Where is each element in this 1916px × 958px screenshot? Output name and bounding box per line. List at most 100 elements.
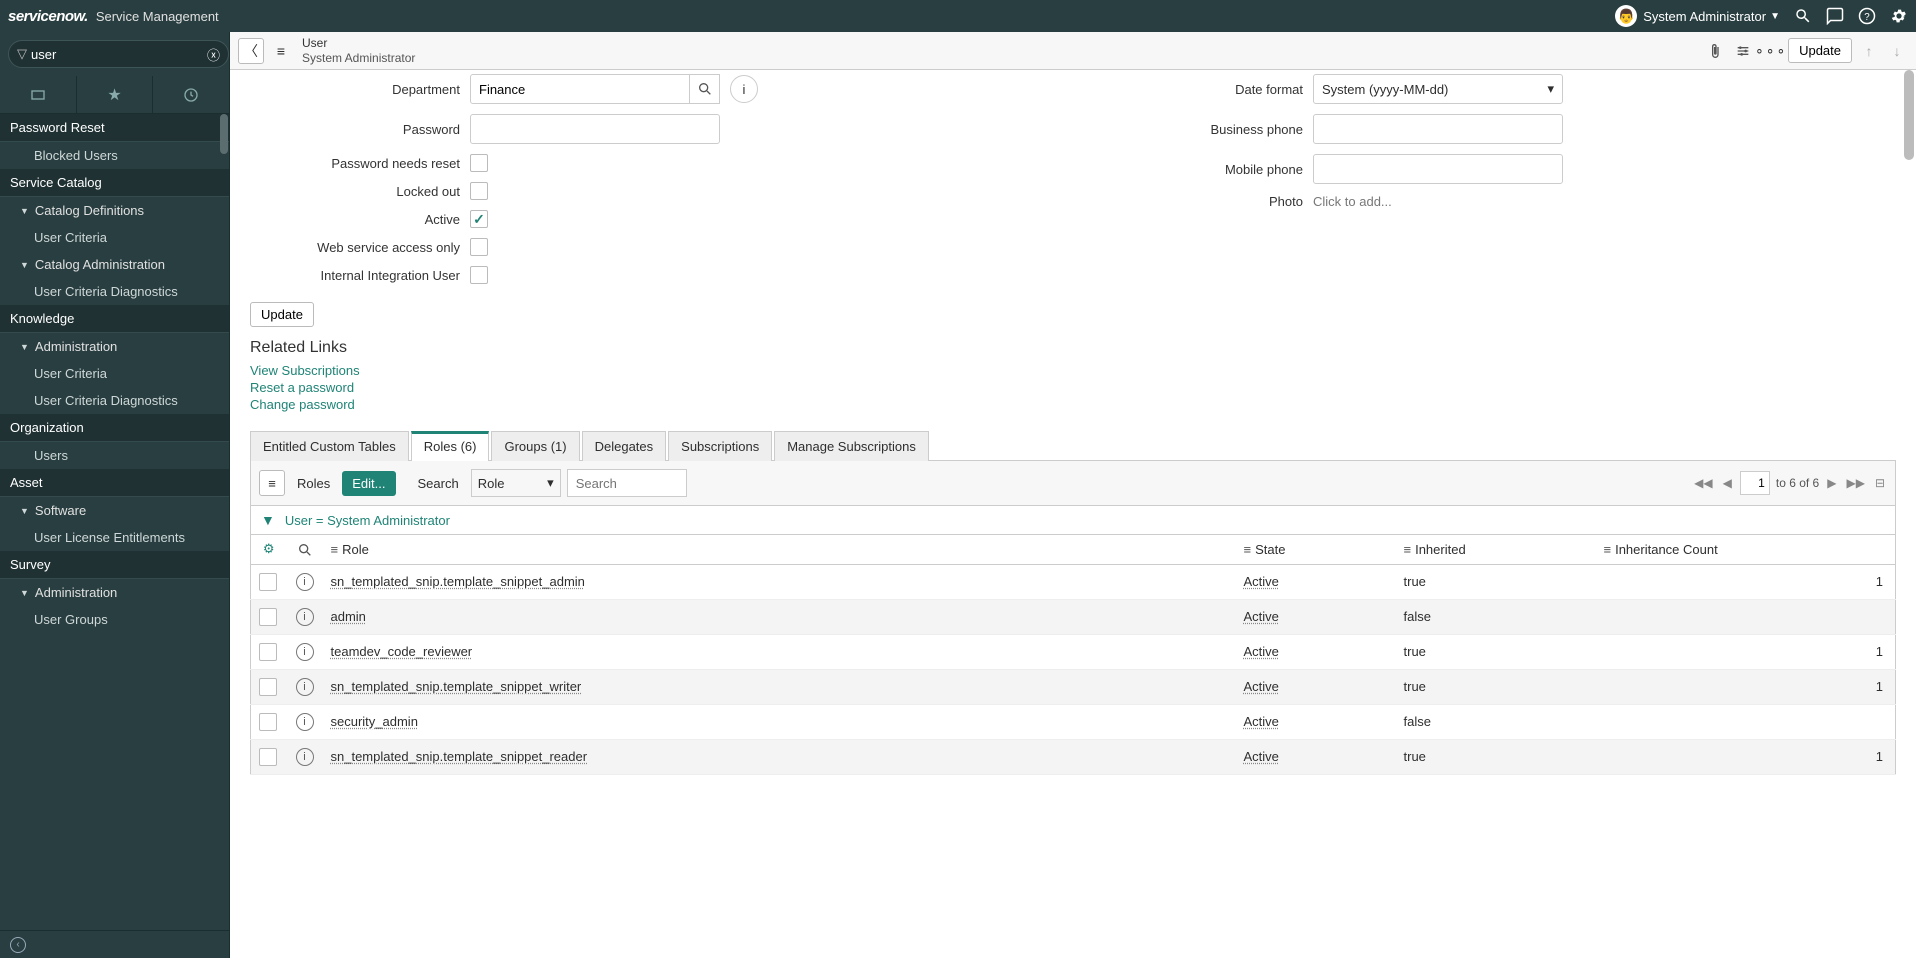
col-role[interactable]: Role (342, 542, 369, 557)
next-record-icon[interactable]: ↓ (1886, 38, 1908, 64)
row-checkbox[interactable] (259, 643, 277, 661)
global-search-icon[interactable] (1794, 7, 1812, 25)
related-link[interactable]: Reset a password (250, 380, 1896, 395)
locked-checkbox[interactable] (470, 182, 488, 200)
nav-app[interactable]: Survey (0, 551, 229, 579)
col-inhcount[interactable]: Inheritance Count (1615, 542, 1718, 557)
update-button[interactable]: Update (1788, 38, 1852, 63)
nav-item[interactable]: User Criteria Diagnostics (0, 278, 229, 305)
iiu-checkbox[interactable] (470, 266, 488, 284)
col-inherited[interactable]: Inherited (1415, 542, 1466, 557)
row-info-icon[interactable]: i (296, 748, 314, 766)
role-link[interactable]: security_admin (331, 714, 418, 729)
nav-tab-history[interactable] (153, 76, 229, 113)
related-link[interactable]: Change password (250, 397, 1896, 412)
user-menu[interactable]: 👨 System Administrator ▼ (1615, 5, 1780, 27)
role-link[interactable]: admin (331, 609, 366, 624)
row-checkbox[interactable] (259, 573, 277, 591)
col-menu-icon[interactable]: ≡ (1404, 542, 1412, 557)
row-info-icon[interactable]: i (296, 678, 314, 696)
role-link[interactable]: sn_templated_snip.template_snippet_reade… (331, 749, 588, 764)
breadcrumb[interactable]: User = System Administrator (285, 513, 450, 528)
row-checkbox[interactable] (259, 678, 277, 696)
active-checkbox[interactable] (470, 210, 488, 228)
state-link[interactable]: Active (1244, 574, 1279, 589)
page-current-input[interactable] (1740, 471, 1770, 495)
department-info-icon[interactable]: i (730, 75, 758, 103)
row-checkbox[interactable] (259, 608, 277, 626)
attachment-icon[interactable] (1704, 38, 1726, 64)
nav-item[interactable]: ▼Catalog Administration (0, 251, 229, 278)
row-info-icon[interactable]: i (296, 608, 314, 626)
list-collapse-icon[interactable]: ⊟ (1873, 476, 1887, 490)
edit-button[interactable]: Edit... (342, 471, 395, 496)
prev-page-icon[interactable]: ◀ (1721, 476, 1734, 490)
nav-app[interactable]: Organization (0, 414, 229, 442)
nav-collapse-icon[interactable]: ‹ (10, 937, 26, 953)
col-menu-icon[interactable]: ≡ (1244, 542, 1252, 557)
nav-tab-favorites[interactable]: ★ (77, 76, 154, 113)
nav-filter-input[interactable] (27, 47, 207, 62)
nav-item[interactable]: User Criteria (0, 224, 229, 251)
date-format-select[interactable]: System (yyyy-MM-dd)▾ (1313, 74, 1563, 104)
personalize-list-icon[interactable]: ⚙ (263, 541, 275, 556)
state-link[interactable]: Active (1244, 609, 1279, 624)
nav-scrollbar[interactable] (220, 114, 228, 154)
related-list-tab[interactable]: Roles (6) (411, 431, 490, 461)
back-button[interactable]: 〈 (238, 38, 264, 64)
mphone-input[interactable] (1313, 154, 1563, 184)
related-list-tab[interactable]: Subscriptions (668, 431, 772, 461)
row-checkbox[interactable] (259, 748, 277, 766)
ws-checkbox[interactable] (470, 238, 488, 256)
nav-filter[interactable]: ▽ ⓧ (8, 40, 229, 68)
row-info-icon[interactable]: i (296, 713, 314, 731)
more-actions-icon[interactable]: ∘∘∘ (1760, 38, 1782, 64)
row-checkbox[interactable] (259, 713, 277, 731)
search-field-select[interactable]: Role▾ (471, 469, 561, 497)
nav-app[interactable]: Service Catalog (0, 169, 229, 197)
row-info-icon[interactable]: i (296, 643, 314, 661)
state-link[interactable]: Active (1244, 644, 1279, 659)
role-link[interactable]: sn_templated_snip.template_snippet_write… (331, 679, 582, 694)
search-column-icon[interactable] (297, 541, 313, 556)
nav-item[interactable]: User Criteria (0, 360, 229, 387)
filter-funnel-icon[interactable]: ▼ (261, 512, 275, 528)
nav-item[interactable]: User License Entitlements (0, 524, 229, 551)
update-button-bottom[interactable]: Update (250, 302, 314, 327)
clear-filter-icon[interactable]: ⓧ (207, 45, 220, 64)
related-link[interactable]: View Subscriptions (250, 363, 1896, 378)
col-menu-icon[interactable]: ≡ (331, 542, 339, 557)
related-list-tab[interactable]: Delegates (582, 431, 667, 461)
nav-item[interactable]: User Groups (0, 606, 229, 633)
password-input[interactable] (470, 114, 720, 144)
nav-item[interactable]: ▼Catalog Definitions (0, 197, 229, 224)
nav-item[interactable]: Users (0, 442, 229, 469)
gear-icon[interactable] (1890, 7, 1908, 25)
role-link[interactable]: teamdev_code_reviewer (331, 644, 473, 659)
state-link[interactable]: Active (1244, 714, 1279, 729)
col-menu-icon[interactable]: ≡ (1604, 542, 1612, 557)
nav-item[interactable]: ▼Administration (0, 333, 229, 360)
related-list-tab[interactable]: Entitled Custom Tables (250, 431, 409, 461)
nav-tab-all[interactable] (0, 76, 77, 113)
related-list-tab[interactable]: Groups (1) (491, 431, 579, 461)
nav-app[interactable]: Asset (0, 469, 229, 497)
chat-icon[interactable] (1826, 7, 1844, 25)
bphone-input[interactable] (1313, 114, 1563, 144)
nav-item[interactable]: ▼Software (0, 497, 229, 524)
personalize-icon[interactable] (1732, 38, 1754, 64)
department-lookup-icon[interactable] (690, 74, 720, 104)
photo-add-link[interactable]: Click to add... (1313, 194, 1392, 209)
state-link[interactable]: Active (1244, 749, 1279, 764)
content-scrollbar[interactable] (1904, 70, 1914, 160)
list-search-input[interactable] (567, 469, 687, 497)
row-info-icon[interactable]: i (296, 573, 314, 591)
nav-body[interactable]: Password ResetBlocked UsersService Catal… (0, 114, 229, 930)
nav-app[interactable]: Knowledge (0, 305, 229, 333)
help-icon[interactable]: ? (1858, 7, 1876, 25)
nav-app[interactable]: Password Reset (0, 114, 229, 142)
col-state[interactable]: State (1255, 542, 1285, 557)
state-link[interactable]: Active (1244, 679, 1279, 694)
nav-item[interactable]: Blocked Users (0, 142, 229, 169)
nav-item[interactable]: User Criteria Diagnostics (0, 387, 229, 414)
